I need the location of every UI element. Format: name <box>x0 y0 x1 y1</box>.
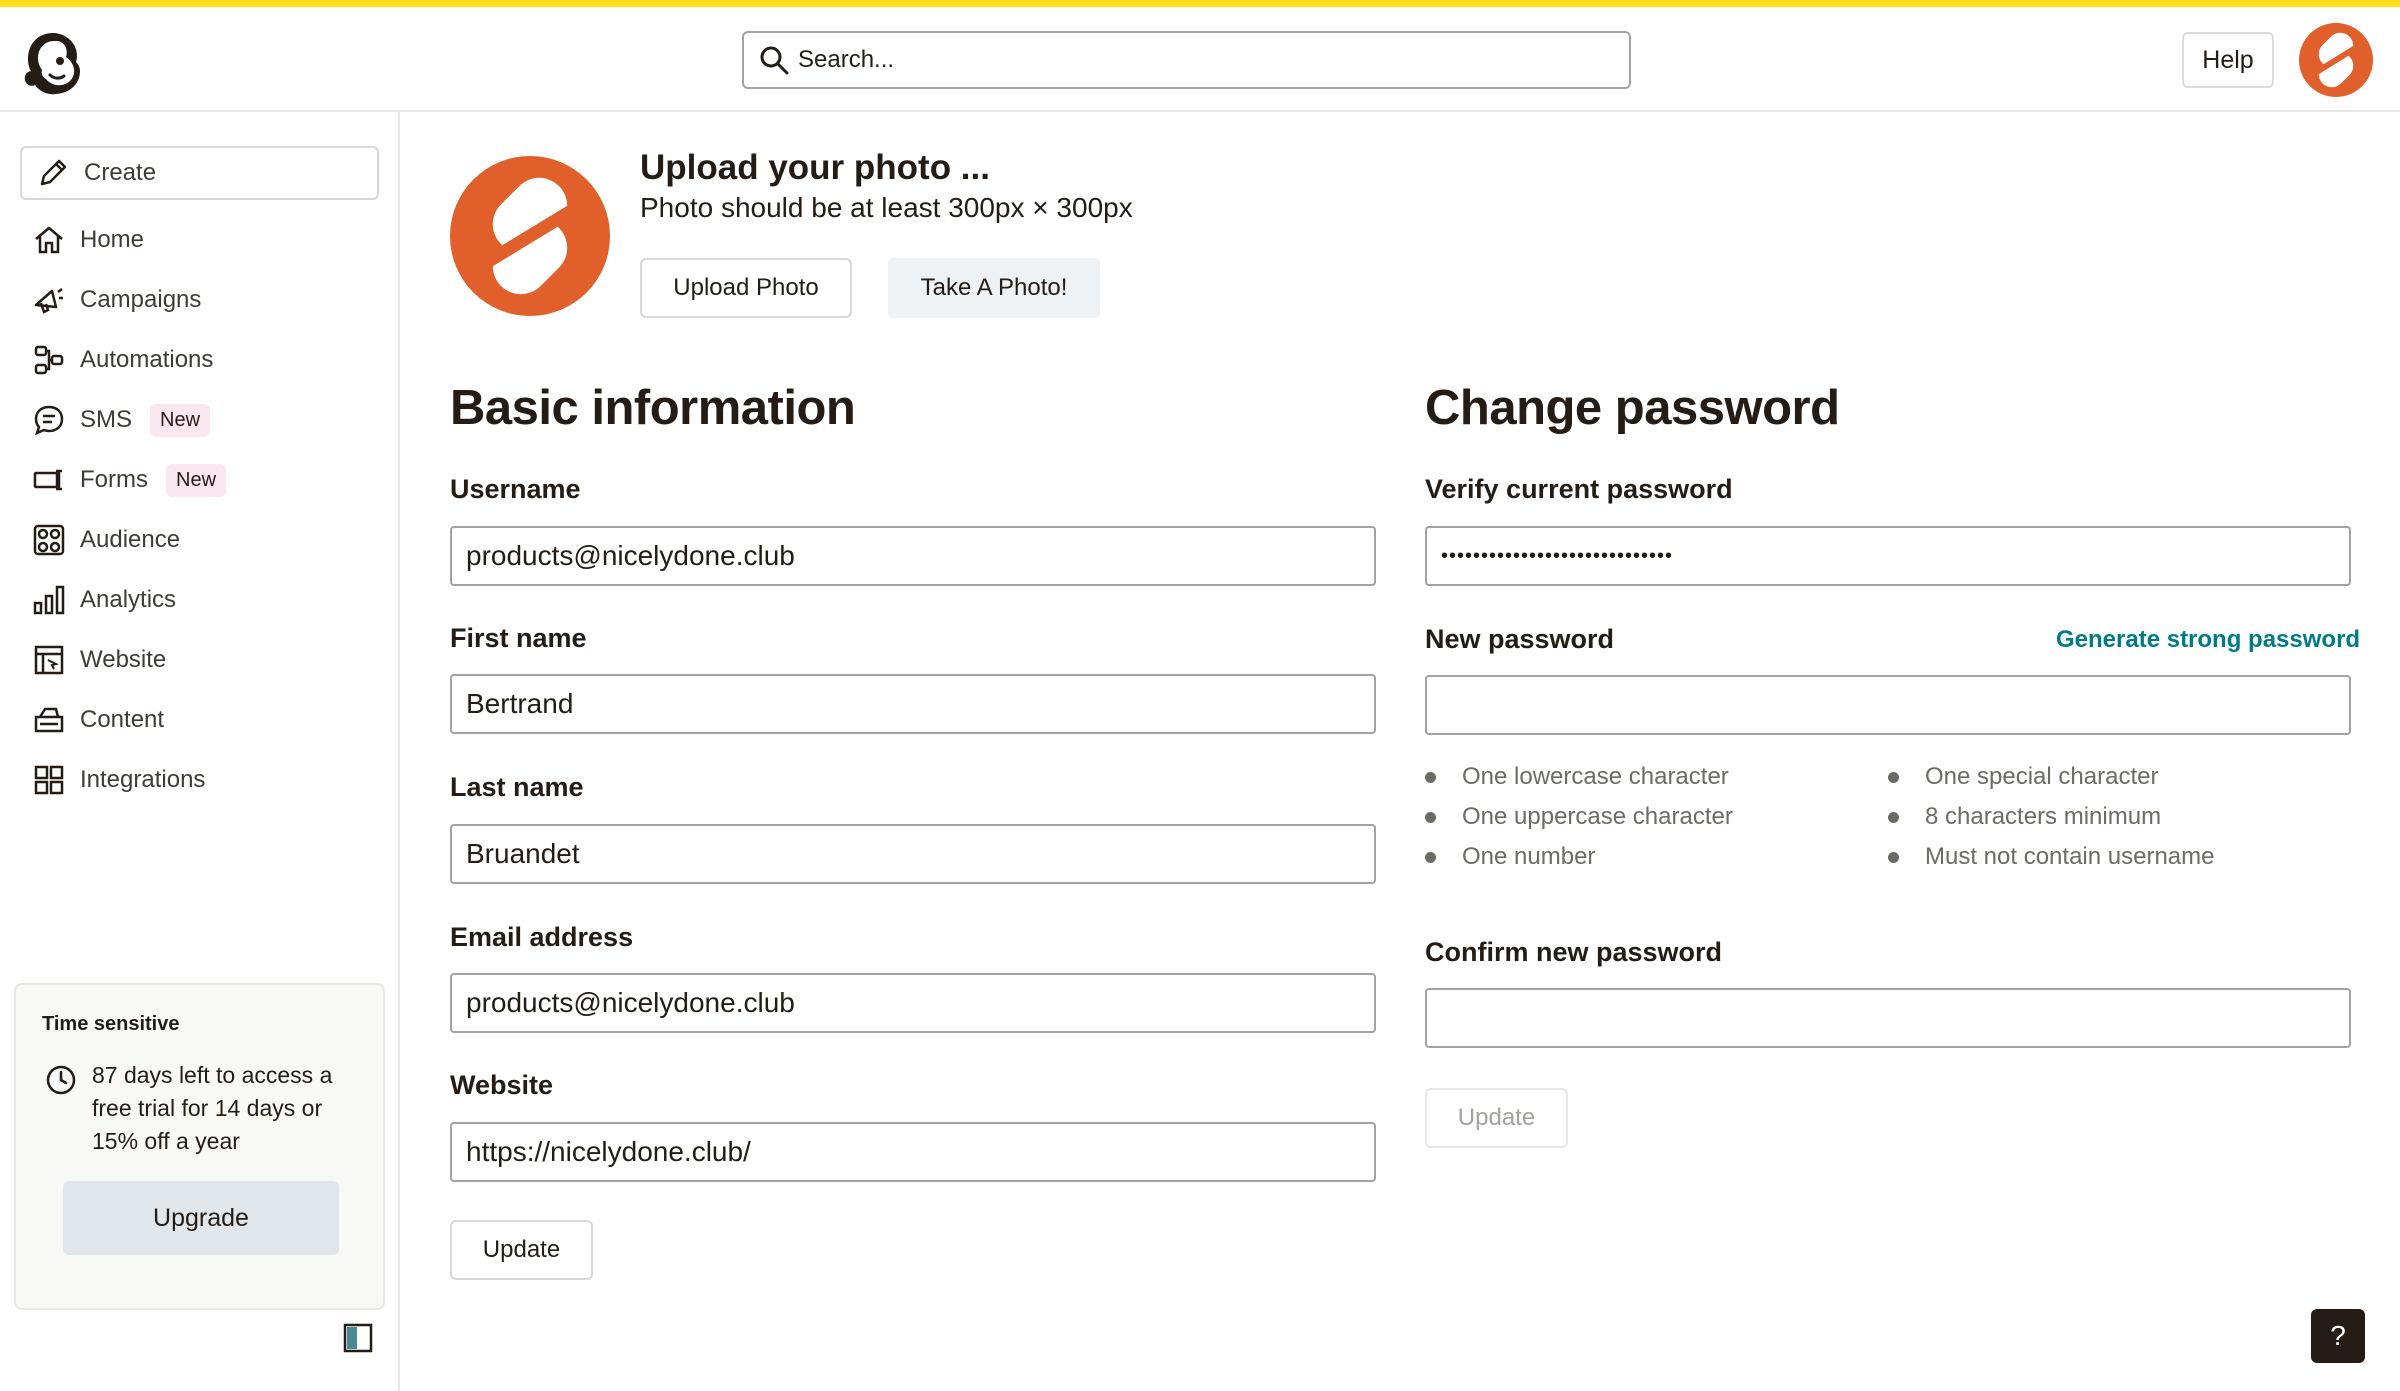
forms-icon <box>32 463 66 497</box>
last-name-label: Last name <box>450 772 584 802</box>
sidebar-item-forms[interactable]: Forms New <box>20 455 379 505</box>
integrations-icon <box>32 763 66 797</box>
password-update-button[interactable]: Update <box>1425 1088 1568 1148</box>
confirm-password-input[interactable] <box>1425 988 2351 1048</box>
trial-card: Time sensitive 87 days left to access a … <box>14 983 385 1310</box>
sidebar-item-campaigns[interactable]: Campaigns <box>20 275 379 325</box>
sidebar-item-sms[interactable]: SMS New <box>20 395 379 445</box>
megaphone-icon <box>32 283 66 317</box>
analytics-icon <box>32 583 66 617</box>
requirement-item: One uppercase character <box>1425 803 1733 831</box>
basic-information-title: Basic information <box>450 381 856 435</box>
requirement-text: One number <box>1462 843 1596 870</box>
username-input[interactable] <box>450 526 1376 586</box>
upgrade-button[interactable]: Upgrade <box>63 1181 339 1255</box>
main-content: Upload your photo ... Photo should be at… <box>402 112 2400 1391</box>
audience-icon <box>32 523 66 557</box>
help-fab-button[interactable]: ? <box>2311 1309 2365 1363</box>
website-icon <box>32 643 66 677</box>
sidebar-item-label: Website <box>80 646 167 673</box>
mailchimp-logo-icon[interactable] <box>20 29 86 97</box>
requirement-text: One special character <box>1925 763 2159 790</box>
trial-text: 87 days left to access a free trial for … <box>92 1062 333 1154</box>
website-input[interactable] <box>450 1122 1376 1182</box>
sidebar-collapse-icon[interactable] <box>343 1323 373 1353</box>
content-icon <box>32 703 66 737</box>
first-name-label: First name <box>450 623 587 653</box>
requirement-item: 8 characters minimum <box>1888 803 2161 831</box>
sidebar-item-label: Campaigns <box>80 286 202 313</box>
first-name-input[interactable] <box>450 674 1376 734</box>
upload-photo-title: Upload your photo ... <box>640 148 990 187</box>
search-input[interactable] <box>798 46 1618 74</box>
upload-photo-button[interactable]: Upload Photo <box>640 258 852 318</box>
sidebar-item-integrations[interactable]: Integrations <box>20 755 379 805</box>
upload-photo-subtitle: Photo should be at least 300px × 300px <box>640 192 1133 223</box>
new-password-label: New password <box>1425 624 1615 654</box>
home-icon <box>32 223 66 257</box>
requirement-item: One special character <box>1888 763 2158 791</box>
bullet-icon <box>1888 811 1899 823</box>
search-box[interactable] <box>742 31 1631 89</box>
take-photo-button[interactable]: Take A Photo! <box>888 258 1100 318</box>
requirement-text: One lowercase character <box>1462 763 1729 790</box>
sidebar-item-label: Content <box>80 706 165 733</box>
new-badge: New <box>150 403 211 437</box>
top-header: Help <box>0 7 2400 112</box>
verify-password-input[interactable] <box>1425 526 2351 586</box>
sidebar-item-label: Analytics <box>80 586 177 613</box>
new-badge: New <box>166 463 227 497</box>
email-label: Email address <box>450 922 634 952</box>
verify-password-label: Verify current password <box>1425 474 1733 504</box>
generate-password-link[interactable]: Generate strong password <box>2056 626 2360 654</box>
sidebar-item-label: SMS <box>80 406 133 433</box>
sidebar-item-automations[interactable]: Automations <box>20 335 379 385</box>
requirement-item: One lowercase character <box>1425 763 1729 791</box>
bullet-icon <box>1425 811 1436 823</box>
bullet-icon <box>1888 771 1899 783</box>
bullet-icon <box>1425 851 1436 863</box>
user-avatar[interactable] <box>2299 23 2373 97</box>
requirement-text: 8 characters minimum <box>1925 803 2162 830</box>
username-label: Username <box>450 474 581 504</box>
sidebar-item-label: Audience <box>80 526 181 553</box>
pencil-icon <box>36 156 70 190</box>
sidebar-item-website[interactable]: Website <box>20 635 379 685</box>
sidebar: Create Home Campaigns Automations SMS Ne… <box>0 112 400 1391</box>
email-input[interactable] <box>450 973 1376 1033</box>
sidebar-item-analytics[interactable]: Analytics <box>20 575 379 625</box>
sidebar-item-content[interactable]: Content <box>20 695 379 745</box>
requirement-item: One number <box>1425 843 1595 871</box>
trial-label: Time sensitive <box>42 1013 180 1035</box>
sms-icon <box>32 403 66 437</box>
sidebar-item-label: Forms <box>80 466 148 493</box>
basic-update-button[interactable]: Update <box>450 1220 593 1280</box>
requirement-item: Must not contain username <box>1888 843 2215 871</box>
sidebar-item-label: Automations <box>80 346 214 373</box>
sidebar-item-home[interactable]: Home <box>20 215 379 265</box>
clock-icon <box>46 1065 76 1095</box>
last-name-input[interactable] <box>450 824 1376 884</box>
requirement-text: Must not contain username <box>1925 843 2215 870</box>
profile-photo[interactable] <box>450 156 610 316</box>
top-accent-bar <box>0 0 2400 7</box>
automations-icon <box>32 343 66 377</box>
help-button[interactable]: Help <box>2182 32 2274 88</box>
sidebar-item-label: Integrations <box>80 766 206 793</box>
bullet-icon <box>1888 851 1899 863</box>
sidebar-item-label: Home <box>80 226 145 253</box>
search-icon <box>760 46 789 75</box>
confirm-password-label: Confirm new password <box>1425 937 1723 967</box>
requirement-text: One uppercase character <box>1462 803 1733 830</box>
website-label: Website <box>450 1070 554 1100</box>
create-label: Create <box>84 159 157 186</box>
sidebar-item-audience[interactable]: Audience <box>20 515 379 565</box>
new-password-input[interactable] <box>1425 675 2351 735</box>
change-password-title: Change password <box>1425 381 1840 435</box>
create-button[interactable]: Create <box>20 146 379 200</box>
bullet-icon <box>1425 771 1436 783</box>
